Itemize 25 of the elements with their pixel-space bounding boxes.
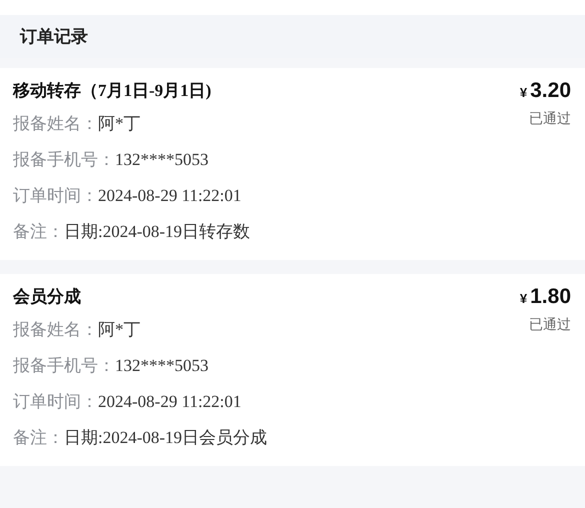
field-value: 阿*丁 — [98, 113, 140, 135]
field-label: 订单时间： — [13, 185, 98, 207]
field-value: 2024-08-29 11:22:01 — [98, 391, 242, 413]
field-value: 阿*丁 — [98, 319, 140, 341]
order-amount: 1.80 — [530, 284, 571, 310]
currency-sign: ¥ — [520, 290, 528, 308]
order-title: 移动转存（7月1日-9月1日) — [13, 80, 212, 102]
field-value: 2024-08-29 11:22:01 — [98, 185, 242, 207]
field-value: 日期:2024-08-19日转存数 — [64, 221, 250, 243]
field-value: 132****5053 — [115, 355, 208, 377]
field-value: 132****5053 — [115, 149, 208, 171]
field-value: 日期:2024-08-19日会员分成 — [64, 427, 268, 449]
order-title: 会员分成 — [13, 286, 82, 308]
field-label: 备注： — [13, 427, 64, 449]
currency-sign: ¥ — [520, 84, 528, 102]
field-label: 备注： — [13, 221, 64, 243]
order-status: 已通过 — [529, 110, 571, 128]
page-title: 订单记录 — [20, 26, 88, 48]
field-label: 报备手机号： — [13, 355, 115, 377]
order-amount: 3.20 — [530, 78, 571, 104]
field-label: 报备姓名： — [13, 319, 98, 341]
field-label: 报备手机号： — [13, 149, 115, 171]
field-label: 订单时间： — [13, 391, 98, 413]
order-status: 已通过 — [529, 316, 571, 334]
field-label: 报备姓名： — [13, 113, 98, 135]
